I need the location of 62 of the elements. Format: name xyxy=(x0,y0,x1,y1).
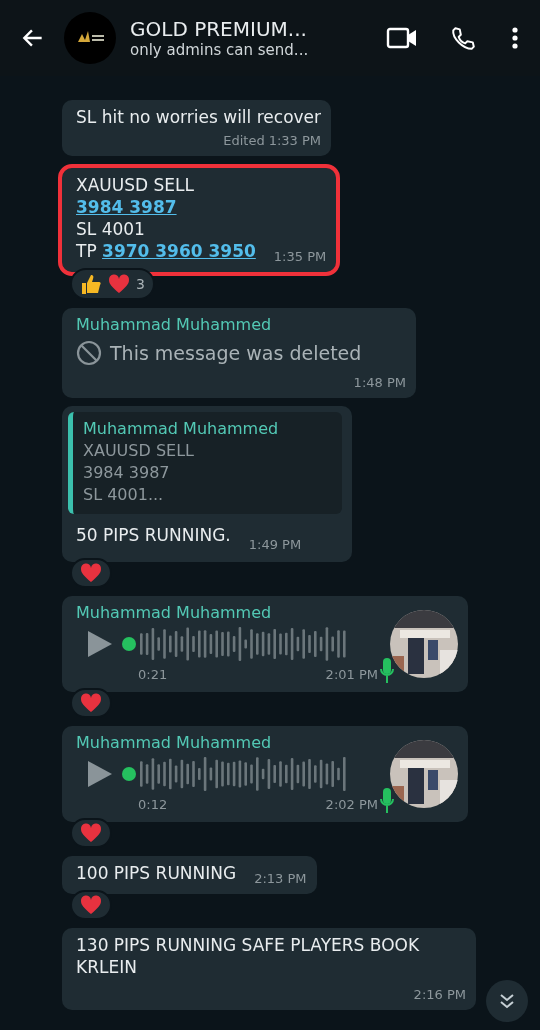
quoted-message[interactable]: Muhammad Muhammed XAUUSD SELL 3984 3987 SL 4001... xyxy=(68,412,343,514)
reaction-pill[interactable] xyxy=(70,890,112,920)
message-time: 2:13 PM xyxy=(254,870,307,888)
message-bubble[interactable]: 100 PIPS RUNNING 2:13 PM xyxy=(62,856,317,894)
quoted-text: SL 4001... xyxy=(83,484,165,506)
number-link[interactable]: 3984 3987 xyxy=(76,197,177,217)
group-avatar[interactable] xyxy=(64,12,116,64)
voice-message[interactable]: Muhammad Muhammed 0:21 2:01 PM xyxy=(62,596,468,692)
heart-icon xyxy=(80,693,102,713)
message-text: SL 4001 xyxy=(76,218,145,240)
message-text: 130 PIPS RUNNING SAFE PLAYERS BOOK KRLEIN xyxy=(76,934,421,978)
edited-label: Edited xyxy=(223,132,265,150)
number-link[interactable]: 3970 3960 3950 xyxy=(102,241,256,261)
playback-thumb[interactable] xyxy=(122,767,136,781)
menu-icon[interactable] xyxy=(510,25,520,51)
message-text: TP xyxy=(76,240,98,262)
reaction-pill[interactable]: 3 xyxy=(70,268,155,300)
heart-icon xyxy=(108,274,130,294)
message-time: 1:33 PM xyxy=(268,132,322,150)
quoted-text: XAUUSD SELL xyxy=(83,440,195,462)
message-text: XAUUSD SELL xyxy=(76,174,194,196)
scroll-down-button[interactable] xyxy=(486,980,528,1022)
message-time: 1:49 PM xyxy=(248,537,302,552)
deleted-message-text: This message was deleted xyxy=(110,342,362,364)
reaction-pill[interactable] xyxy=(70,558,112,588)
sender-name: Muhammad Muhammed xyxy=(76,602,273,624)
message-time: 1:48 PM xyxy=(353,374,406,392)
group-title[interactable]: GOLD PREMIUM... xyxy=(130,17,372,41)
microphone-icon xyxy=(380,658,394,684)
quoted-text: 3984 3987 xyxy=(83,462,171,484)
voice-duration: 0:21 xyxy=(138,666,168,684)
reaction-pill[interactable] xyxy=(70,688,112,718)
voice-duration: 0:12 xyxy=(138,796,168,814)
message-bubble[interactable]: SL hit no worries will recover Edited 1:33 PM xyxy=(62,100,332,156)
reaction-count: 3 xyxy=(136,276,145,292)
sender-name: Muhammad Muhammed xyxy=(83,418,279,440)
blocked-icon xyxy=(76,340,102,366)
voice-message[interactable]: Muhammad Muhammed 0:12 2:02 PM xyxy=(62,726,468,822)
video-call-icon[interactable] xyxy=(386,25,418,51)
message-text: SL hit no worries will recover xyxy=(76,106,322,128)
microphone-icon xyxy=(380,788,394,814)
group-subtitle: only admins can send... xyxy=(130,41,310,59)
sender-name: Muhammad Muhammed xyxy=(76,314,273,336)
play-icon[interactable] xyxy=(86,629,114,659)
message-bubble[interactable]: Muhammad Muhammed This message was deleted 1:48 PM xyxy=(62,308,416,398)
message-time: 2:16 PM xyxy=(413,986,466,1004)
thumbs-up-icon xyxy=(80,273,102,295)
message-text: 50 PIPS RUNNING. xyxy=(76,525,231,545)
message-time: 2:02 PM xyxy=(325,796,378,814)
play-icon[interactable] xyxy=(86,759,114,789)
message-time: 2:01 PM xyxy=(325,666,378,684)
message-time: 1:35 PM xyxy=(273,248,327,266)
phone-icon[interactable] xyxy=(450,25,476,51)
heart-icon xyxy=(80,563,102,583)
message-bubble[interactable]: 130 PIPS RUNNING SAFE PLAYERS BOOK KRLEIN 2:16 PM xyxy=(62,928,476,1010)
sender-name: Muhammad Muhammed xyxy=(76,732,273,754)
heart-icon xyxy=(80,895,102,915)
message-text: 100 PIPS RUNNING xyxy=(76,862,237,884)
playback-thumb[interactable] xyxy=(122,637,136,651)
heart-icon xyxy=(80,823,102,843)
double-chevron-icon xyxy=(498,992,516,1010)
reaction-pill[interactable] xyxy=(70,818,112,848)
